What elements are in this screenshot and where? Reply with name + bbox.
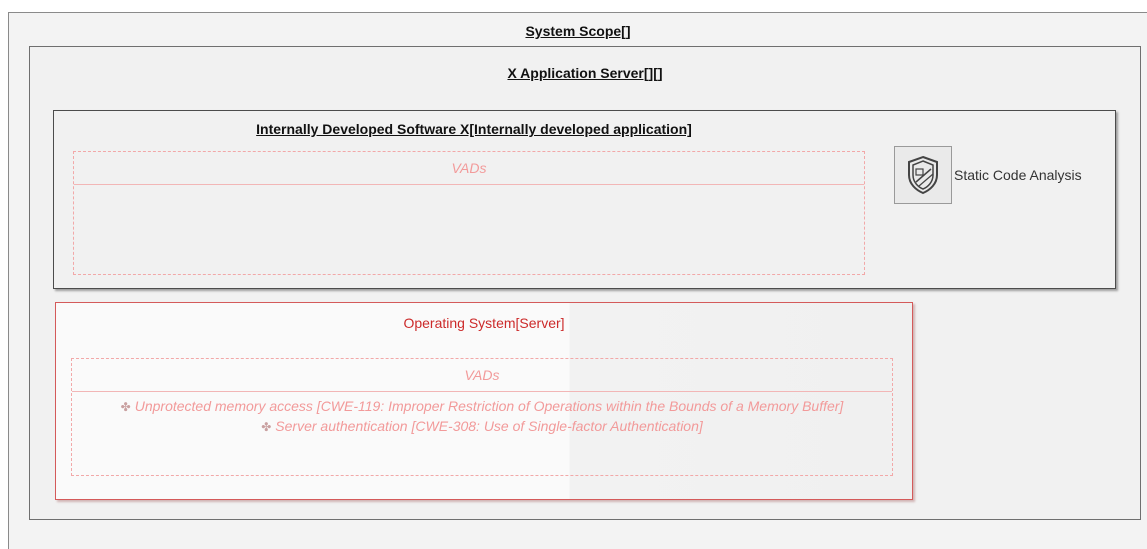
- operating-system-vads: VADs ✤ Unprotected memory access [CWE-119…: [71, 358, 893, 476]
- internal-software-vads: VADs: [73, 151, 865, 275]
- vads-header: VADs: [74, 152, 864, 185]
- internal-software-title: Internally Developed Software X[Internal…: [256, 121, 692, 137]
- diagram-canvas: System Scope[] X Application Server[][] …: [0, 0, 1147, 549]
- vad-item-text: Server authentication [CWE-308: Use of S…: [275, 418, 703, 434]
- static-code-analysis[interactable]: Static Code Analysis: [894, 146, 1082, 204]
- operating-system-title: Operating System[Server]: [403, 315, 565, 331]
- vad-item-text: Unprotected memory access [CWE-119: Impr…: [134, 398, 844, 414]
- vad-item: ✤ Unprotected memory access [CWE-119: Imp…: [72, 397, 892, 417]
- internal-software-container: Internally Developed Software X[Internal…: [53, 110, 1116, 289]
- app-server-title: X Application Server[][]: [507, 65, 663, 81]
- system-scope-title: System Scope[]: [525, 23, 631, 39]
- shield-icon: [894, 146, 952, 204]
- static-code-analysis-label: Static Code Analysis: [954, 167, 1082, 183]
- operating-system-container: Operating System[Server] VADs ✤ Unprotect…: [55, 302, 913, 500]
- bullet-icon: ✤: [120, 400, 131, 414]
- vads-header: VADs: [72, 359, 892, 392]
- bullet-icon: ✤: [261, 420, 272, 434]
- vad-list: ✤ Unprotected memory access [CWE-119: Imp…: [72, 392, 892, 437]
- vad-item: ✤ Server authentication [CWE-308: Use of …: [72, 417, 892, 437]
